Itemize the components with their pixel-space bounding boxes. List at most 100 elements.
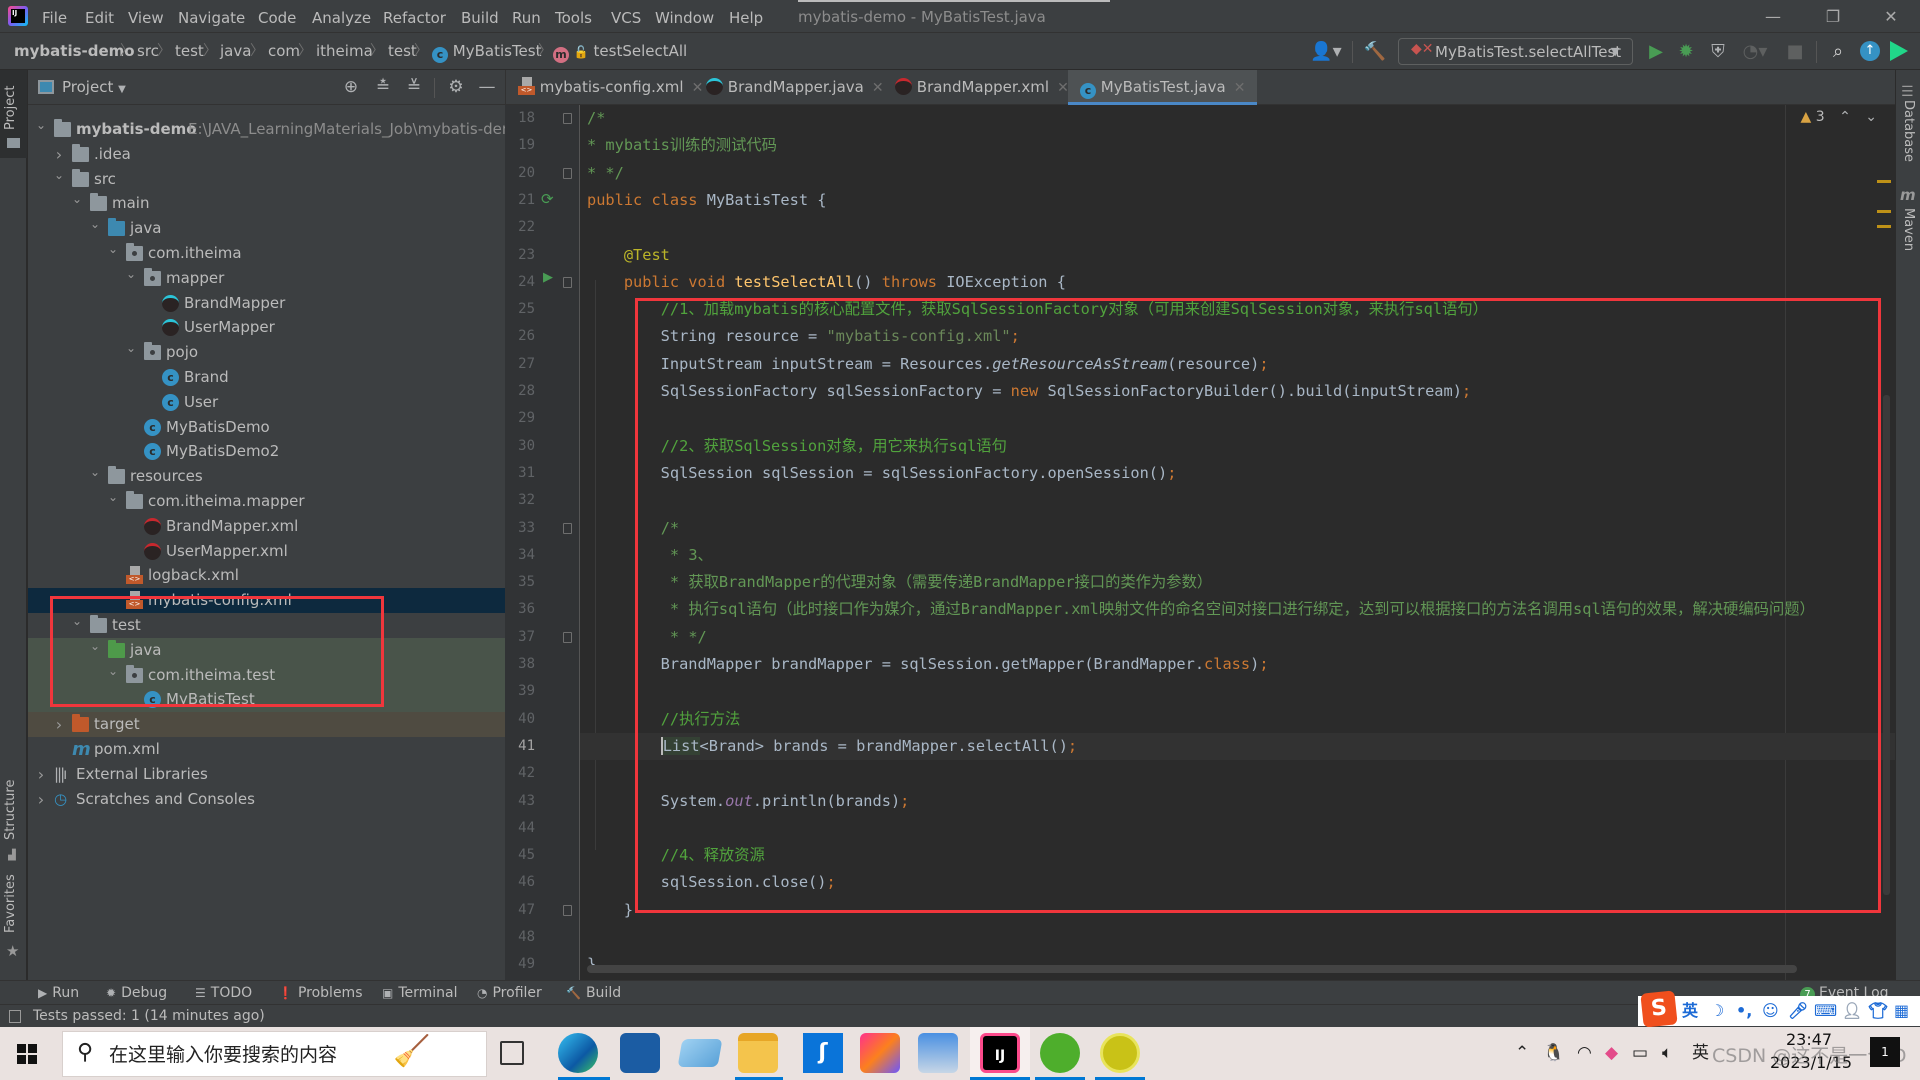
structure-tool-tab[interactable]: Structure <box>3 780 18 840</box>
line-number[interactable]: 42 <box>505 760 535 787</box>
code-line[interactable]: //4、释放资源 <box>587 842 765 869</box>
run-tool-button[interactable]: ▶ Run <box>38 981 79 1005</box>
ime-mode-toggle[interactable]: 英 <box>1682 996 1698 1026</box>
chevron-down-icon[interactable]: ⌄ <box>34 113 48 138</box>
tree-item-brand[interactable]: c Brand <box>28 365 505 390</box>
profiler-tool-button[interactable]: ◔ Profiler <box>477 981 542 1005</box>
code-line[interactable]: * 执行sql语句（此时接口作为媒介，通过BrandMapper.xml映射文件… <box>587 596 1815 623</box>
menu-run[interactable]: Run <box>512 0 541 33</box>
green-app-icon[interactable] <box>1040 1033 1080 1073</box>
taskbar-search-box[interactable]: ⚲ 在这里输入你要搜索的内容 🧹 <box>62 1031 487 1077</box>
code-line[interactable]: * */ <box>587 160 624 187</box>
tree-item-com-itheima[interactable]: ⌄ com.itheima <box>28 241 505 266</box>
breadcrumb-src[interactable]: src <box>137 33 159 70</box>
terminal-tool-button[interactable]: ▣ Terminal <box>382 981 458 1005</box>
line-number[interactable]: 30 <box>505 433 535 460</box>
hide-panel-icon[interactable]: — <box>476 70 498 105</box>
line-number[interactable]: 34 <box>505 542 535 569</box>
line-number[interactable]: 40 <box>505 706 535 733</box>
menu-tools[interactable]: Tools <box>555 0 592 33</box>
language-indicator[interactable]: 英 <box>1692 1027 1709 1080</box>
chevron-down-icon[interactable]: ⌄ <box>88 460 102 485</box>
tree-item-java[interactable]: ⌄ java <box>28 637 505 663</box>
warning-marker[interactable] <box>1877 210 1891 213</box>
favorites-tool-tab[interactable]: Favorites <box>3 874 18 933</box>
tree-item-mybatis-config-xml[interactable]: mybatis-config.xml <box>28 588 505 614</box>
line-number[interactable]: 49 <box>505 951 535 978</box>
tree-item-scratches-and-consoles[interactable]: › ◷ Scratches and Consoles <box>28 787 505 812</box>
build-tool-button[interactable]: 🔨 Build <box>566 981 621 1005</box>
tree-item-external-libraries[interactable]: › |||ı External Libraries <box>28 762 505 787</box>
breadcrumb-test[interactable]: test <box>175 33 204 70</box>
code-line[interactable]: System.out.println(brands); <box>587 788 910 815</box>
menu-file[interactable]: File <box>42 0 67 33</box>
line-number[interactable]: 41 <box>505 733 535 760</box>
line-number[interactable]: 37 <box>505 624 535 651</box>
menu-refactor[interactable]: Refactor <box>383 0 446 33</box>
chevron-right-icon[interactable]: › <box>52 712 66 737</box>
code-line[interactable]: BrandMapper brandMapper = sqlSession.get… <box>587 651 1269 678</box>
line-number[interactable]: 32 <box>505 487 535 514</box>
jetbrains-tray-icon[interactable]: ◆ <box>1605 1027 1618 1080</box>
menu-view[interactable]: View <box>128 0 164 33</box>
intellij-idea-icon[interactable]: IJ <box>980 1033 1020 1073</box>
tree-item-pojo[interactable]: ⌄ pojo <box>28 340 505 365</box>
wifi-icon[interactable]: ◠ <box>1577 1027 1592 1080</box>
locate-icon[interactable]: ⊕ <box>340 70 362 105</box>
menu-analyze[interactable]: Analyze <box>312 0 371 33</box>
windows-start-icon[interactable] <box>17 1044 37 1064</box>
code-line[interactable]: public class MyBatisTest { <box>587 187 826 214</box>
code-line[interactable]: //1、加载mybatis的核心配置文件，获取SqlSessionFactory… <box>587 296 1488 323</box>
file-explorer-icon[interactable] <box>738 1033 778 1073</box>
tab-mybatistest-java[interactable]: c MyBatisTest.java ✕ <box>1068 70 1258 105</box>
code-editor[interactable]: 18 19 20 21 ⟳ 22 23 24 ▶ 25 26 27 28 29 30 31 32 33 34 35 36… <box>505 105 1895 980</box>
fold-end-icon[interactable] <box>563 904 572 916</box>
edge-browser-icon[interactable] <box>558 1033 598 1073</box>
code-line[interactable]: //2、获取SqlSession对象，用它来执行sql语句 <box>587 433 1007 460</box>
search-icon[interactable]: ⌕ <box>1826 33 1850 70</box>
code-line[interactable]: SqlSession sqlSession = sqlSessionFactor… <box>587 460 1177 487</box>
line-number[interactable]: 31 <box>505 460 535 487</box>
menu-edit[interactable]: Edit <box>85 0 114 33</box>
gear-icon[interactable]: ⚙ <box>445 70 467 105</box>
line-number[interactable]: 27 <box>505 351 535 378</box>
task-view-icon[interactable] <box>500 1041 524 1065</box>
todo-tool-button[interactable]: ☰ TODO <box>195 981 252 1005</box>
menu-vcs[interactable]: VCS <box>611 0 641 33</box>
code-line[interactable]: public void testSelectAll() throws IOExc… <box>587 269 1066 296</box>
code-line[interactable]: @Test <box>587 242 670 269</box>
maven-tool-tab[interactable]: Maven <box>1901 208 1916 251</box>
warning-marker[interactable] <box>1877 180 1891 183</box>
chevron-down-icon[interactable]: ⌄ <box>106 237 120 262</box>
chevron-down-icon[interactable]: ⌄ <box>70 187 84 212</box>
tree-item-src[interactable]: ⌄ src <box>28 167 505 192</box>
user-skin-icon[interactable]: 👤︎ <box>1842 996 1862 1026</box>
emoji-icon[interactable]: ☺ <box>1762 996 1779 1026</box>
restore-button[interactable]: ❐ <box>1810 0 1856 33</box>
close-button[interactable]: ✕ <box>1868 0 1914 33</box>
line-number[interactable]: 26 <box>505 323 535 350</box>
menu-window[interactable]: Window <box>655 0 714 33</box>
run-class-tests-icon[interactable]: ⟳ <box>541 190 554 208</box>
shirt-icon[interactable]: 👕︎ <box>1868 996 1888 1026</box>
chevron-down-icon[interactable]: ⌄ <box>70 609 84 634</box>
app-window-icon[interactable] <box>677 1039 723 1067</box>
tree-item-com-itheima-test[interactable]: ⌄ com.itheima.test <box>28 662 505 688</box>
sogou-logo-icon[interactable]: S <box>1640 990 1678 1028</box>
tab-brandmapper-java[interactable]: BrandMapper.java ✕ <box>706 70 884 105</box>
line-number[interactable]: 28 <box>505 378 535 405</box>
notification-icon[interactable]: 1 <box>1870 1037 1900 1067</box>
menu-code[interactable]: Code <box>258 0 296 33</box>
line-number[interactable]: 21 <box>505 187 535 214</box>
expand-all-icon[interactable]: ≛ <box>372 70 394 105</box>
problems-tool-button[interactable]: ❗ Problems <box>278 981 362 1005</box>
line-number[interactable]: 44 <box>505 815 535 842</box>
breadcrumb-class[interactable]: c MyBatisTest <box>432 33 542 70</box>
chevron-down-icon[interactable]: ⌄ <box>88 634 102 659</box>
menu-navigate[interactable]: Navigate <box>178 0 245 33</box>
tree-item-mapper[interactable]: ⌄ mapper <box>28 266 505 291</box>
line-number[interactable]: 45 <box>505 842 535 869</box>
tree-item-logback-xml[interactable]: logback.xml <box>28 563 505 588</box>
chevron-down-icon[interactable]: ⌄ <box>124 262 138 287</box>
code-line[interactable]: * mybatis训练的测试代码 <box>587 132 777 159</box>
